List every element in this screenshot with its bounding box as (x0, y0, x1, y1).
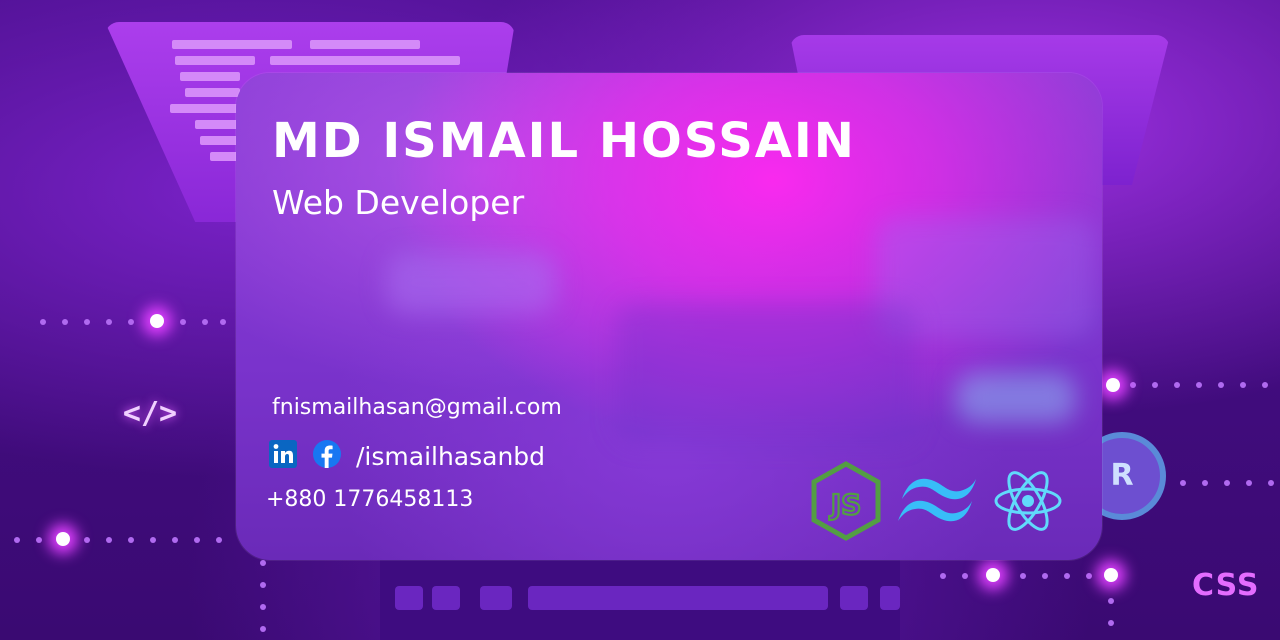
code-line (200, 136, 240, 145)
keyboard-key (480, 586, 512, 610)
code-line (170, 104, 240, 113)
keyboard-key (880, 586, 900, 610)
decor-dot (1202, 480, 1208, 486)
code-line (185, 88, 240, 97)
decor-dot (962, 573, 968, 579)
decor-dot (260, 582, 266, 588)
decor-dot (1180, 480, 1186, 486)
phone-number: +880 1776458113 (266, 487, 474, 512)
code-line (175, 56, 255, 65)
decor-dot (128, 319, 134, 325)
card-blur-blob (956, 373, 1076, 423)
decor-dot (1224, 480, 1230, 486)
svg-text:JS: JS (829, 488, 862, 521)
decor-dot (1086, 573, 1092, 579)
keyboard-key (528, 586, 828, 610)
decor-dot (1108, 598, 1114, 604)
code-line (180, 72, 240, 81)
decor-dot (1130, 382, 1136, 388)
person-name: MD ISMAIL HOSSAIN (272, 113, 856, 169)
decor-dot (260, 626, 266, 632)
decor-dot (14, 537, 20, 543)
decor-dot (106, 319, 112, 325)
code-line (195, 120, 240, 129)
react-icon (992, 465, 1064, 541)
keyboard-key (840, 586, 868, 610)
code-line (310, 40, 420, 49)
code-line (270, 56, 460, 65)
decor-dot (180, 319, 186, 325)
card-blur-blob (616, 303, 916, 443)
decor-dot (84, 319, 90, 325)
decor-dot (1262, 382, 1268, 388)
card-blur-blob (386, 253, 556, 313)
social-row: /ismailhasanbd (268, 439, 545, 473)
linkedin-icon (268, 439, 298, 473)
decor-dot (1042, 573, 1048, 579)
decor-glow (986, 568, 1000, 582)
decor-dot (1246, 480, 1252, 486)
decor-dot (84, 537, 90, 543)
decor-dot (216, 537, 222, 543)
keyboard-key (395, 586, 423, 610)
code-line (172, 40, 292, 49)
decor-dot (172, 537, 178, 543)
tech-stack-icons: JS (810, 461, 1064, 545)
facebook-icon (312, 439, 342, 473)
code-tag-decor: </> (122, 396, 178, 431)
decor-dot (260, 560, 266, 566)
decor-dot (1268, 480, 1274, 486)
decor-dot (260, 604, 266, 610)
job-title: Web Developer (272, 183, 525, 222)
decor-dot (1218, 382, 1224, 388)
decor-dot (220, 319, 226, 325)
decor-glow (1106, 378, 1120, 392)
decor-dot (106, 537, 112, 543)
decor-dot (1174, 382, 1180, 388)
decor-dot (940, 573, 946, 579)
decor-dot (1020, 573, 1026, 579)
decor-dot (62, 319, 68, 325)
business-card: MD ISMAIL HOSSAIN Web Developer fnismail… (236, 73, 1102, 560)
decor-glow (150, 314, 164, 328)
decor-dot (150, 537, 156, 543)
css-label-decor: CSS (1192, 568, 1260, 603)
decor-dot (202, 319, 208, 325)
nodejs-icon: JS (810, 461, 882, 545)
decor-dot (1196, 382, 1202, 388)
tailwind-icon (894, 471, 980, 535)
decor-dot (194, 537, 200, 543)
decor-dot (1152, 382, 1158, 388)
decor-dot (1240, 382, 1246, 388)
decor-glow (1104, 568, 1118, 582)
keyboard-key (432, 586, 460, 610)
decor-dot (128, 537, 134, 543)
decor-dot (36, 537, 42, 543)
social-handle: /ismailhasanbd (356, 441, 546, 471)
decor-glow (56, 532, 70, 546)
decor-dot (1108, 620, 1114, 626)
decor-dot (40, 319, 46, 325)
decor-dot (1064, 573, 1070, 579)
email-address: fnismailhasan@gmail.com (272, 395, 562, 420)
